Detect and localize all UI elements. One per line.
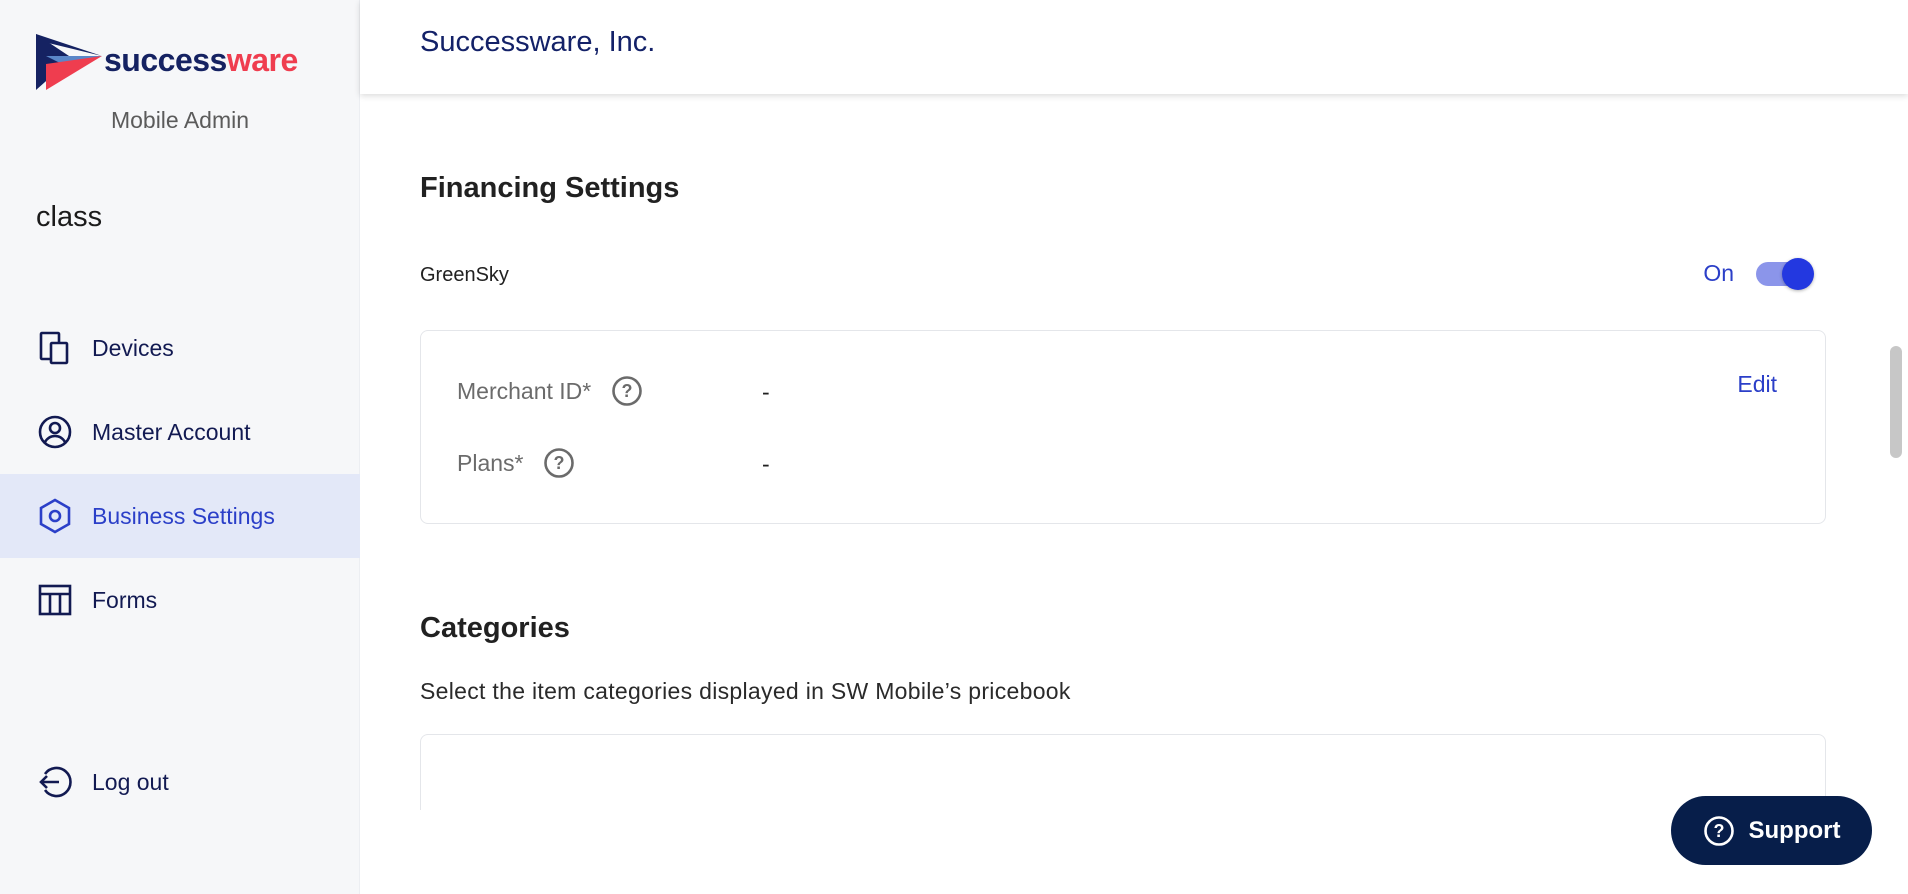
logout-button[interactable]: Log out — [0, 740, 360, 824]
logo-arrow-icon — [36, 34, 102, 90]
devices-icon — [36, 329, 74, 367]
logout-icon — [36, 763, 74, 801]
sidebar-item-business-settings[interactable]: Business Settings — [0, 474, 360, 558]
svg-text:?: ? — [1713, 821, 1724, 841]
svg-text:?: ? — [554, 453, 565, 473]
help-circle-icon: ? — [1703, 815, 1734, 846]
logout-section: Log out — [0, 740, 360, 824]
greensky-toggle-group: On — [1703, 257, 1814, 290]
sidebar-nav: Devices Master Account Business Settings — [0, 306, 360, 642]
merchant-id-value: - — [762, 379, 770, 405]
organization-name: class — [36, 201, 103, 233]
merchant-id-row: Merchant ID* ? — [457, 375, 643, 407]
logo-wordmark: successware — [104, 41, 298, 78]
sidebar: successware Mobile Admin class Devices M… — [0, 0, 360, 894]
vertical-scrollbar-thumb[interactable] — [1890, 346, 1902, 458]
top-header: Successware, Inc. — [360, 0, 1908, 94]
edit-financing-button[interactable]: Edit — [1737, 371, 1777, 398]
help-circle-icon[interactable]: ? — [611, 375, 643, 407]
account-circle-icon — [36, 413, 74, 451]
greensky-toggle-switch[interactable] — [1756, 257, 1814, 290]
page-title: Successware, Inc. — [420, 26, 656, 58]
app-subtitle: Mobile Admin — [110, 107, 250, 133]
sidebar-item-label: Master Account — [92, 418, 251, 445]
categories-title: Categories — [420, 612, 570, 644]
main-content: Financing Settings GreenSky On Merchant … — [360, 94, 1908, 894]
toggle-knob — [1782, 257, 1814, 290]
merchant-id-label: Merchant ID* — [457, 377, 592, 404]
plans-label: Plans* — [457, 449, 524, 476]
svg-text:?: ? — [622, 381, 633, 401]
support-label: Support — [1748, 816, 1841, 844]
toggle-state-label: On — [1703, 260, 1734, 286]
sidebar-item-label: Business Settings — [92, 502, 275, 529]
logout-label: Log out — [92, 768, 169, 795]
support-button[interactable]: ? Support — [1671, 796, 1872, 865]
financing-settings-title: Financing Settings — [420, 172, 680, 204]
financing-details-card: Merchant ID* ? - Plans* ? - Edit — [420, 330, 1826, 524]
plans-row: Plans* ? — [457, 447, 575, 479]
sidebar-item-forms[interactable]: Forms — [0, 558, 360, 642]
categories-description: Select the item categories displayed in … — [420, 678, 1071, 704]
table-icon — [36, 581, 74, 619]
plans-value: - — [762, 451, 770, 477]
settings-hexagon-icon — [36, 497, 74, 535]
sidebar-item-master-account[interactable]: Master Account — [0, 390, 360, 474]
sidebar-item-label: Forms — [92, 586, 158, 613]
successware-logo[interactable]: successware — [36, 34, 298, 90]
sidebar-item-devices[interactable]: Devices — [0, 306, 360, 390]
financing-provider-label: GreenSky — [420, 264, 509, 286]
help-circle-icon[interactable]: ? — [543, 447, 575, 479]
sidebar-item-label: Devices — [92, 334, 174, 361]
